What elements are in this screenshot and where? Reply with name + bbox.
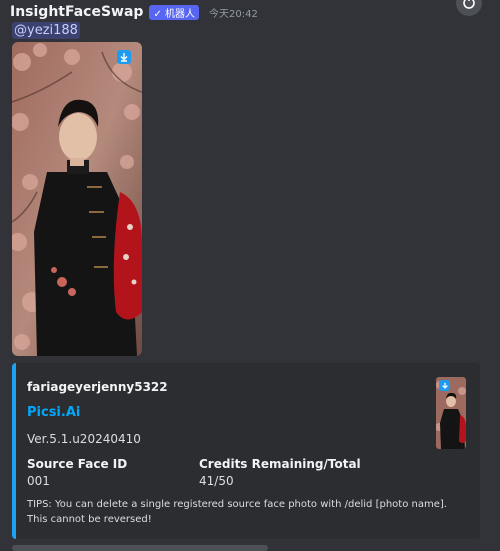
horizontal-scrollbar[interactable] bbox=[12, 545, 268, 551]
embed-thumbnail[interactable] bbox=[436, 377, 466, 449]
message-timestamp: 今天20:42 bbox=[209, 8, 258, 20]
message-header: InsightFaceSwap ✓ 机器人 今天20:42 bbox=[10, 2, 258, 22]
download-icon[interactable] bbox=[117, 50, 131, 64]
embed-description: Ver.5.1.u20240410 bbox=[27, 432, 141, 446]
portrait-photo bbox=[12, 42, 142, 356]
embed-card: fariageyerjenny5322 Picsi.Ai Ver.5.1.u20… bbox=[12, 363, 480, 539]
add-reaction-icon[interactable] bbox=[456, 0, 482, 16]
attachment-image[interactable] bbox=[12, 42, 142, 356]
embed-tips: TIPS: You can delete a single registered… bbox=[27, 499, 447, 525]
field-name-source-face-id: Source Face ID bbox=[27, 457, 128, 471]
embed-title-link[interactable]: Picsi.Ai bbox=[27, 405, 80, 420]
author-name[interactable]: InsightFaceSwap bbox=[10, 4, 143, 20]
embed-author: fariageyerjenny5322 bbox=[27, 380, 168, 394]
user-mention[interactable]: @yezi188 bbox=[12, 22, 80, 39]
embed-accent-bar bbox=[12, 363, 16, 539]
field-name-credits: Credits Remaining/Total bbox=[199, 457, 361, 471]
bot-badge: ✓ 机器人 bbox=[149, 4, 200, 20]
field-value-credits: 41/50 bbox=[199, 474, 234, 488]
field-value-source-face-id: 001 bbox=[27, 474, 50, 488]
thumbnail-download-icon[interactable] bbox=[439, 380, 450, 391]
